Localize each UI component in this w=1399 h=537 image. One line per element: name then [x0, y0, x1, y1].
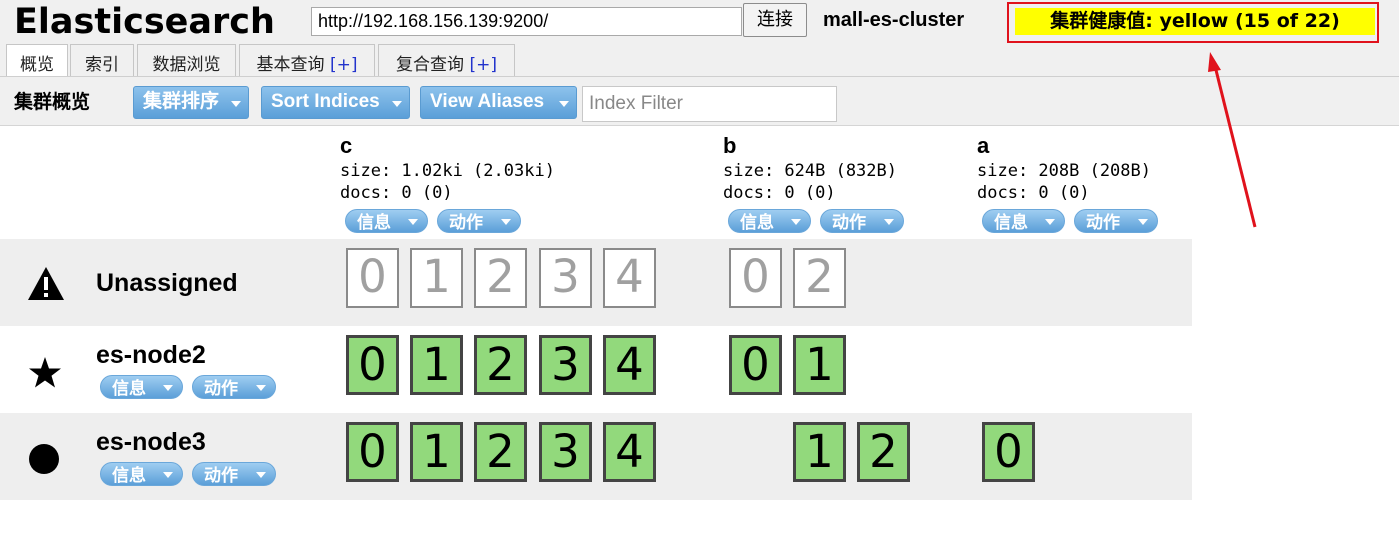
node-name: es-node3 — [96, 428, 206, 456]
tab-label: 复合查询 — [396, 55, 465, 75]
shard-started[interactable]: 2 — [474, 335, 527, 395]
connect-button[interactable]: 连接 — [743, 3, 807, 37]
shard-started[interactable]: 0 — [729, 335, 782, 395]
index-info-button[interactable]: 信息 — [982, 209, 1065, 233]
index-size: size: 624B (832B) — [723, 161, 897, 181]
button-label: View Aliases — [430, 91, 545, 112]
chevron-down-icon — [1045, 219, 1055, 225]
button-label: 动作 — [204, 466, 238, 486]
node-info-button[interactable]: 信息 — [100, 462, 183, 486]
shard-unassigned[interactable]: 2 — [793, 248, 846, 308]
index-docs: docs: 0 (0) — [340, 183, 453, 203]
node-name: Unassigned — [96, 269, 238, 297]
node-name: es-node2 — [96, 341, 206, 369]
tab-label: 基本查询 — [256, 55, 325, 75]
shard-started[interactable]: 4 — [603, 422, 656, 482]
chevron-down-icon — [231, 101, 241, 107]
sort-cluster-button[interactable]: 集群排序 — [133, 86, 249, 119]
shard-unassigned[interactable]: 0 — [729, 248, 782, 308]
index-size: size: 1.02ki (2.03ki) — [340, 161, 555, 181]
star-icon — [29, 357, 61, 388]
warning-icon — [28, 267, 64, 300]
button-label: 动作 — [449, 213, 483, 233]
index-name[interactable]: c — [340, 133, 352, 159]
index-info-button[interactable]: 信息 — [345, 209, 428, 233]
chevron-down-icon — [163, 385, 173, 391]
chevron-down-icon — [884, 219, 894, 225]
shard-unassigned[interactable]: 4 — [603, 248, 656, 308]
shard-started[interactable]: 4 — [603, 335, 656, 395]
node-action-button[interactable]: 动作 — [192, 375, 276, 399]
chevron-down-icon — [501, 219, 511, 225]
chevron-down-icon — [163, 472, 173, 478]
button-label: 动作 — [204, 379, 238, 399]
button-label: 动作 — [1086, 213, 1120, 233]
tab-overview[interactable]: 概览 — [6, 44, 68, 78]
button-label: Sort Indices — [271, 91, 380, 112]
shard-started[interactable]: 0 — [346, 422, 399, 482]
shard-unassigned[interactable]: 2 — [474, 248, 527, 308]
button-label: 集群排序 — [143, 91, 220, 112]
shard-started[interactable]: 1 — [793, 422, 846, 482]
shard-started[interactable]: 1 — [410, 335, 463, 395]
index-action-button[interactable]: 动作 — [437, 209, 521, 233]
index-action-button[interactable]: 动作 — [820, 209, 904, 233]
shard-unassigned[interactable]: 0 — [346, 248, 399, 308]
button-label: 动作 — [832, 213, 866, 233]
toolbar-title: 集群概览 — [14, 91, 91, 113]
button-label: 信息 — [994, 213, 1028, 233]
app-title: Elasticsearch — [14, 2, 275, 42]
button-label: 信息 — [112, 466, 146, 486]
chevron-down-icon — [408, 219, 418, 225]
index-size: size: 208B (208B) — [977, 161, 1151, 181]
tab-browser[interactable]: 数据浏览 — [137, 44, 236, 77]
index-action-button[interactable]: 动作 — [1074, 209, 1158, 233]
shard-started[interactable]: 3 — [539, 335, 592, 395]
chevron-down-icon — [256, 472, 266, 478]
shard-started[interactable]: 2 — [474, 422, 527, 482]
view-aliases-button[interactable]: View Aliases — [420, 86, 577, 119]
chevron-down-icon — [392, 101, 402, 107]
shard-started[interactable]: 0 — [982, 422, 1035, 482]
shard-unassigned[interactable]: 3 — [539, 248, 592, 308]
shard-started[interactable]: 2 — [857, 422, 910, 482]
chevron-down-icon — [1138, 219, 1148, 225]
tab-indices[interactable]: 索引 — [70, 44, 134, 77]
annotation-arrow-icon — [1208, 52, 1257, 228]
index-docs: docs: 0 (0) — [977, 183, 1090, 203]
index-info-button[interactable]: 信息 — [728, 209, 811, 233]
button-label: 信息 — [740, 213, 774, 233]
chevron-down-icon — [256, 385, 266, 391]
sort-indices-button[interactable]: Sort Indices — [261, 86, 410, 119]
node-info-button[interactable]: 信息 — [100, 375, 183, 399]
cluster-health-badge: 集群健康值: yellow (15 of 22) — [1015, 8, 1375, 35]
tab-label: 索引 — [85, 55, 119, 75]
index-filter-input[interactable] — [582, 86, 837, 122]
tab-label: 概览 — [20, 55, 54, 75]
chevron-down-icon — [791, 219, 801, 225]
tab-label: 数据浏览 — [152, 55, 221, 75]
index-name[interactable]: b — [723, 133, 736, 159]
tab-basic-query[interactable]: 基本查询 [+] — [239, 44, 375, 77]
add-tab-plus[interactable]: [+] — [469, 55, 497, 75]
tab-compound-query[interactable]: 复合查询 [+] — [378, 44, 515, 77]
circle-icon — [29, 444, 59, 474]
shard-started[interactable]: 0 — [346, 335, 399, 395]
shard-started[interactable]: 3 — [539, 422, 592, 482]
chevron-down-icon — [559, 101, 569, 107]
cluster-url-input[interactable] — [311, 7, 742, 36]
button-label: 信息 — [112, 379, 146, 399]
button-label: 信息 — [357, 213, 391, 233]
index-docs: docs: 0 (0) — [723, 183, 836, 203]
shard-started[interactable]: 1 — [793, 335, 846, 395]
health-annotation-box: 集群健康值: yellow (15 of 22) — [1007, 2, 1379, 43]
node-action-button[interactable]: 动作 — [192, 462, 276, 486]
add-tab-plus[interactable]: [+] — [330, 55, 358, 75]
shard-started[interactable]: 1 — [410, 422, 463, 482]
cluster-name: mall-es-cluster — [823, 9, 965, 31]
shard-unassigned[interactable]: 1 — [410, 248, 463, 308]
index-name[interactable]: a — [977, 133, 989, 159]
